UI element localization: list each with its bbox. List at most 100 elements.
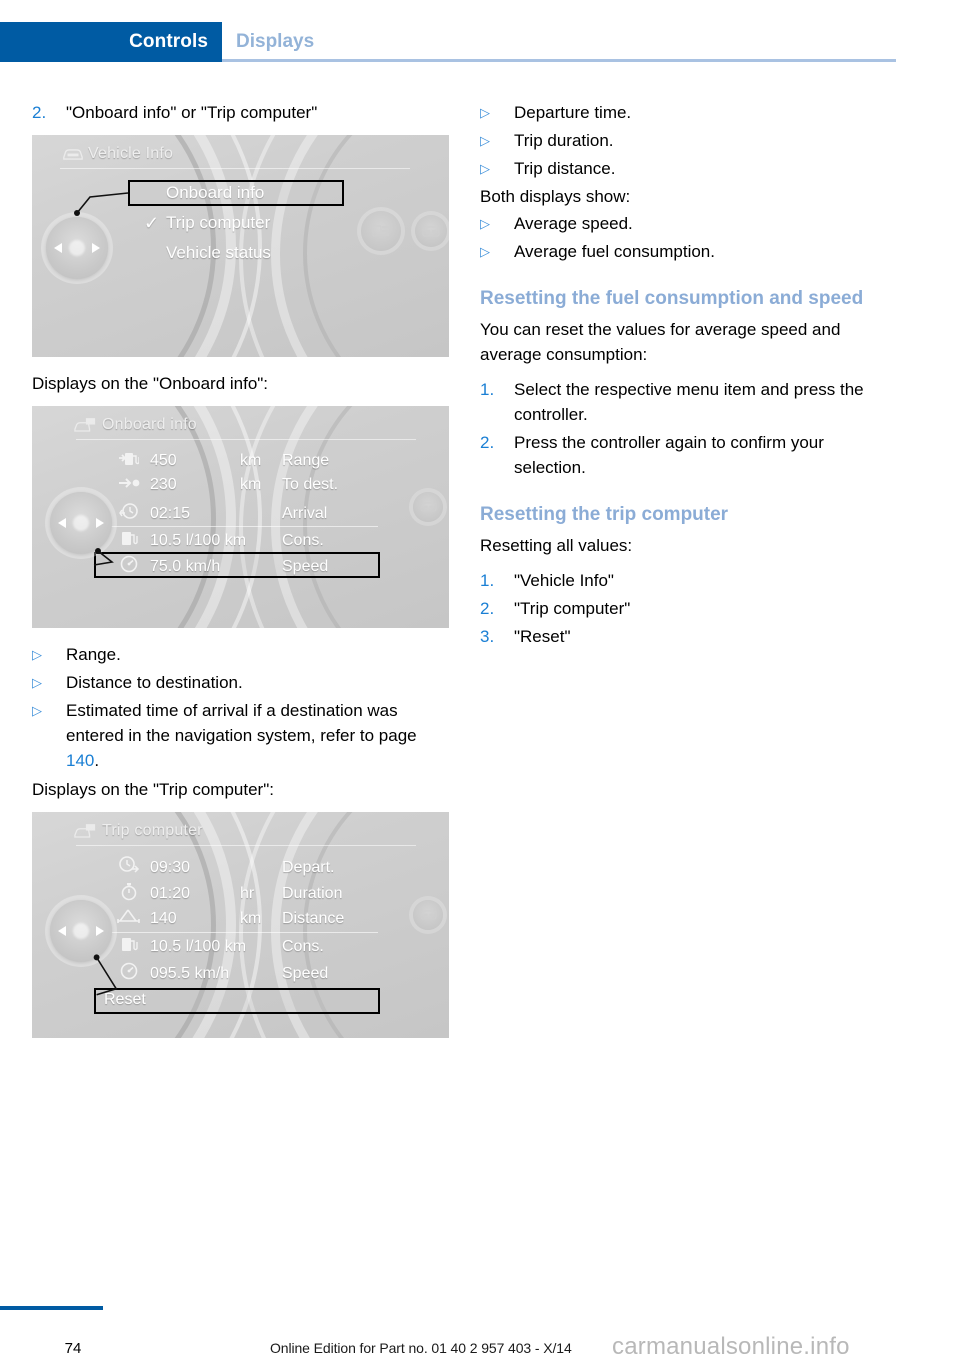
arrow-destination-icon	[114, 476, 144, 494]
row-distance: 140 km Distance	[114, 908, 344, 930]
section-divider	[88, 932, 378, 933]
bullet-eta-main: Estimated time of arrival if a destinati…	[66, 701, 417, 745]
section2-step-3: 3. "Reset"	[480, 624, 900, 649]
menu-icon	[372, 225, 389, 237]
distance-unit: km	[240, 910, 262, 927]
bullet-trip-duration: ▷ Trip duration.	[480, 128, 900, 153]
idrive-screen-vehicle-info: Vehicle Info Onboard info ✓ Trip compute…	[32, 135, 449, 357]
page-reference-link[interactable]: 140	[66, 751, 94, 770]
section-heading-resetting-trip-computer: Resetting the trip computer	[480, 504, 729, 525]
tab-controls-label: Controls	[129, 31, 208, 52]
duration-unit: hr	[240, 885, 255, 902]
range-value: 450	[150, 452, 177, 469]
bullet-marker: ▷	[480, 161, 490, 176]
caption-trip-computer: Displays on the "Trip computer":	[32, 780, 274, 799]
display-button[interactable]	[413, 492, 443, 522]
checkmark-icon: ✓	[144, 213, 160, 233]
tab-controls[interactable]: Controls	[0, 22, 222, 62]
tab-displays[interactable]: Displays	[236, 22, 314, 62]
page-number: 74	[64, 1340, 82, 1357]
consumption-label: Cons.	[282, 532, 324, 549]
car-icon	[63, 149, 83, 160]
idrive-screen-onboard-info: Onboard info 450 km Range 230 km To dest…	[32, 406, 449, 628]
consumption-value: 10.5 l/100 km	[150, 532, 247, 549]
figure-vehicle-info: Vehicle Info Onboard info ✓ Trip compute…	[32, 135, 449, 357]
display-button[interactable]	[413, 900, 443, 930]
bullet-average-speed-text: Average speed.	[514, 214, 633, 233]
controller-knob[interactable]	[46, 217, 108, 279]
menu-button[interactable]	[361, 211, 401, 251]
left-column: 2. "Onboard info" or "Trip computer" Veh…	[32, 100, 452, 1052]
both-displays-label: Both displays show:	[480, 187, 631, 206]
stopwatch-icon	[114, 882, 144, 906]
title-divider	[76, 845, 416, 846]
duration-label: Duration	[282, 885, 343, 902]
row-duration: 01:20 hr Duration	[114, 882, 342, 906]
fuel-pump-arrow-icon	[114, 450, 144, 472]
idrive-title-trip-computer: Trip computer	[102, 822, 203, 839]
bullet-departure-time: ▷ Departure time.	[480, 100, 900, 125]
bullet-range: ▷ Range.	[32, 642, 452, 667]
display-icon	[420, 910, 436, 920]
range-unit: km	[240, 452, 262, 469]
menu-item-onboard-info[interactable]: Onboard info	[166, 183, 264, 203]
bullet-marker: ▷	[32, 647, 42, 662]
clock-arrival-icon	[114, 502, 144, 525]
section-heading-resetting-fuel-consumption: Resetting the fuel consumption and speed	[480, 288, 864, 309]
consumption-value: 10.5 l/100 km	[150, 938, 247, 955]
departure-value: 09:30	[150, 858, 191, 876]
speedometer-icon	[114, 555, 144, 578]
bullet-departure-time-text: Departure time.	[514, 103, 632, 122]
row-consumption: 10.5 l/100 km Cons.	[114, 530, 324, 552]
arrow-right-icon	[96, 926, 104, 936]
menu-item-trip-computer[interactable]: Trip computer	[166, 213, 270, 233]
display-icon	[422, 225, 440, 237]
bullet-marker: ▷	[480, 244, 490, 259]
section-divider	[88, 526, 378, 527]
row-speed: 095.5 km/h Speed	[114, 962, 328, 985]
row-consumption: 10.5 l/100 km Cons.	[114, 936, 324, 958]
row-speed: 75.0 km/h Speed	[114, 555, 328, 578]
bullet-average-fuel-text: Average fuel consumption.	[514, 242, 715, 261]
bullet-trip-duration-text: Trip duration.	[514, 131, 614, 150]
bullet-range-text: Range.	[66, 645, 121, 664]
section2-step-2-text: "Trip computer"	[514, 599, 631, 618]
speedometer-icon	[114, 962, 144, 985]
bullet-marker: ▷	[480, 216, 490, 231]
section1-step-1-text: Select the respective menu item and pres…	[514, 380, 864, 424]
display-button[interactable]	[415, 215, 447, 247]
duration-value: 01:20	[150, 885, 191, 902]
consumption-label: Cons.	[282, 938, 324, 955]
bullet-distance-text: Distance to destination.	[66, 673, 243, 692]
row-departure: 09:30 Depart.	[114, 856, 334, 879]
display-car-icon	[74, 418, 96, 432]
speed-label: Speed	[282, 964, 329, 982]
bullet-marker: ▷	[480, 105, 490, 120]
speed-value: 095.5 km/h	[150, 964, 230, 982]
arrow-left-icon	[54, 243, 62, 253]
speed-label: Speed	[282, 557, 329, 575]
reset-menu-item[interactable]: Reset	[104, 991, 146, 1009]
section1-step-2-number: 2.	[480, 433, 495, 452]
arrival-label: Arrival	[282, 504, 328, 522]
footer-edition-text: Online Edition for Part no. 01 40 2 957 …	[270, 1340, 572, 1356]
title-divider	[76, 439, 416, 440]
caption-onboard-info: Displays on the "Onboard info":	[32, 374, 269, 393]
row-arrival: 02:15 Arrival	[114, 502, 327, 525]
step-2: 2. "Onboard info" or "Trip computer"	[32, 100, 452, 125]
menu-item-vehicle-status[interactable]: Vehicle status	[166, 243, 271, 263]
section1-step-2: 2. Press the controller again to confirm…	[480, 430, 900, 480]
bullet-trip-distance-text: Trip distance.	[514, 159, 616, 178]
idrive-screen-trip-computer: Trip computer 09:30 Depart. 01:20 hr Dur…	[32, 812, 449, 1038]
section2-step-1-number: 1.	[480, 571, 495, 590]
controller-knob[interactable]	[50, 492, 112, 554]
to-dest-label: To dest.	[282, 476, 339, 493]
fuel-pump-icon	[114, 936, 144, 958]
speed-value: 75.0 km/h	[150, 557, 221, 575]
bullet-distance-to-destination: ▷ Distance to destination.	[32, 670, 452, 695]
controller-knob[interactable]	[50, 900, 112, 962]
bullet-average-fuel-consumption: ▷ Average fuel consumption.	[480, 239, 900, 264]
to-dest-unit: km	[240, 476, 262, 493]
row-range: 450 km Range	[114, 450, 329, 472]
title-divider	[60, 168, 410, 169]
